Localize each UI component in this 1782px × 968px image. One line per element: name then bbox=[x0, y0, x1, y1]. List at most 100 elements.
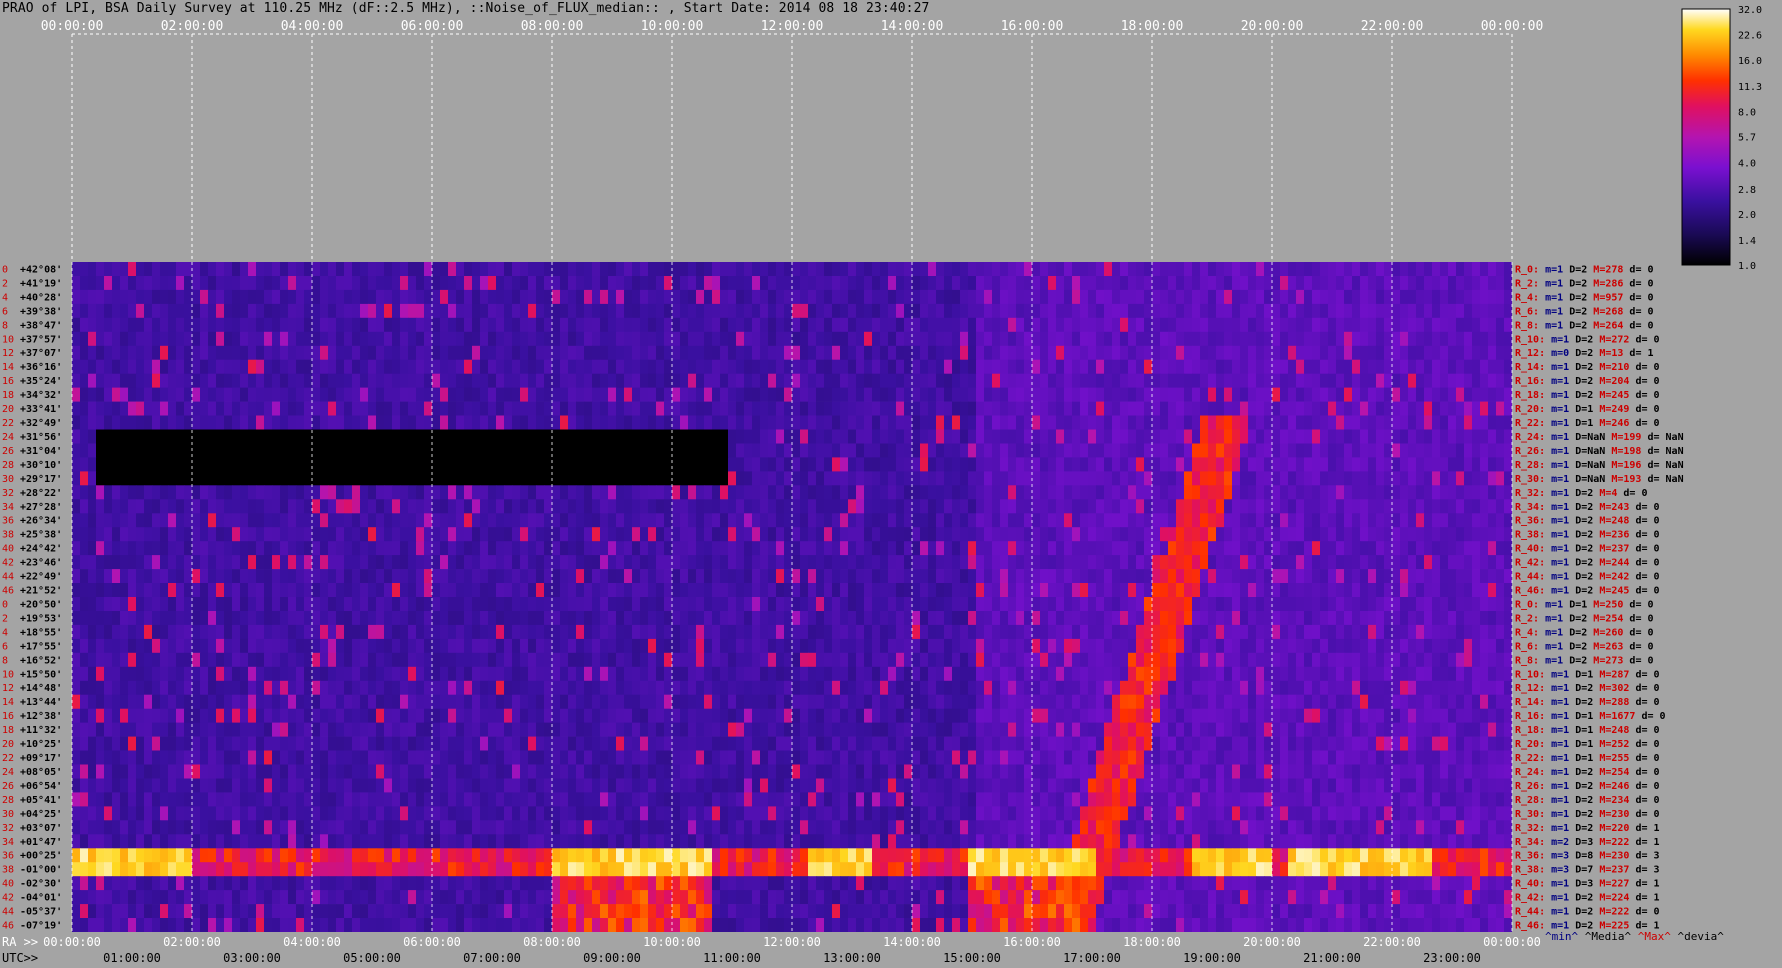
heatmap-cell bbox=[1088, 415, 1097, 430]
heatmap-cell bbox=[656, 262, 665, 277]
heatmap-cell bbox=[520, 262, 529, 277]
heatmap-cell bbox=[1008, 373, 1017, 388]
heatmap-cell bbox=[1376, 276, 1385, 291]
heatmap-cell bbox=[1160, 457, 1169, 472]
heatmap-cell bbox=[1504, 611, 1512, 626]
heatmap-cell bbox=[640, 583, 649, 598]
heatmap-cell bbox=[1280, 443, 1289, 458]
heatmap-cell bbox=[1144, 555, 1153, 570]
heatmap-cell bbox=[1016, 624, 1025, 640]
heatmap-cell bbox=[1128, 583, 1137, 598]
heatmap-cell bbox=[392, 569, 401, 584]
heatmap-cell bbox=[576, 555, 585, 570]
heatmap-cell bbox=[936, 638, 945, 654]
heatmap-cell bbox=[128, 513, 137, 528]
heatmap-cell bbox=[720, 289, 729, 305]
heatmap-cell bbox=[296, 443, 305, 458]
heatmap-cell bbox=[264, 471, 273, 486]
heatmap-cell bbox=[1000, 317, 1009, 333]
heatmap-cell bbox=[192, 401, 201, 416]
heatmap-cell bbox=[984, 597, 993, 612]
heatmap-cell bbox=[1080, 457, 1089, 472]
heatmap-cell bbox=[944, 303, 953, 319]
heatmap-cell bbox=[552, 583, 561, 598]
heatmap-cell bbox=[224, 624, 233, 640]
heatmap-cell bbox=[1376, 569, 1385, 584]
heatmap-cell bbox=[1440, 317, 1449, 333]
heatmap-cell bbox=[536, 387, 545, 402]
heatmap-cell bbox=[816, 583, 825, 598]
heatmap-cell bbox=[688, 387, 697, 402]
heatmap-cell bbox=[736, 443, 745, 458]
heatmap-cell bbox=[528, 359, 537, 374]
heatmap-cell bbox=[1224, 471, 1233, 486]
heatmap-cell bbox=[744, 569, 753, 584]
heatmap-cell bbox=[1320, 499, 1329, 514]
heatmap-cell bbox=[1216, 443, 1225, 458]
heatmap-cell bbox=[1488, 583, 1497, 598]
heatmap-cell bbox=[1088, 513, 1097, 528]
heatmap-cell bbox=[792, 499, 801, 514]
heatmap-cell bbox=[1400, 303, 1409, 319]
heatmap-cell bbox=[656, 597, 665, 612]
heatmap-cell bbox=[1144, 569, 1153, 584]
heatmap-cell bbox=[192, 415, 201, 430]
heatmap-cell bbox=[376, 513, 385, 528]
heatmap-cell bbox=[1128, 443, 1137, 458]
heatmap-cell bbox=[496, 569, 505, 584]
heatmap-cell bbox=[320, 638, 329, 654]
heatmap-cell bbox=[208, 583, 217, 598]
heatmap-cell bbox=[1288, 624, 1297, 640]
heatmap-cell bbox=[1096, 276, 1105, 291]
heatmap-cell bbox=[512, 401, 521, 416]
heatmap-cell bbox=[120, 499, 129, 514]
heatmap-cell bbox=[872, 555, 881, 570]
heatmap-cell bbox=[1136, 289, 1145, 305]
heatmap-cell bbox=[688, 415, 697, 430]
heatmap-cell bbox=[848, 373, 857, 388]
heatmap-cell bbox=[1048, 345, 1057, 361]
heatmap-cell bbox=[1496, 331, 1505, 347]
heatmap-cell bbox=[496, 276, 505, 291]
heatmap-cell bbox=[872, 597, 881, 612]
heatmap-cell bbox=[1352, 443, 1361, 458]
heatmap-cell bbox=[632, 262, 641, 277]
heatmap-cell bbox=[760, 597, 769, 612]
heatmap-cell bbox=[768, 415, 777, 430]
heatmap-cell bbox=[576, 289, 585, 305]
heatmap-cell bbox=[320, 457, 329, 472]
heatmap-cell bbox=[1352, 624, 1361, 640]
heatmap-cell bbox=[88, 527, 97, 542]
heatmap-cell bbox=[1256, 415, 1265, 430]
heatmap-cell bbox=[1224, 527, 1233, 542]
heatmap-cell bbox=[1472, 429, 1481, 444]
heatmap-cell bbox=[864, 471, 873, 486]
heatmap-cell bbox=[640, 611, 649, 626]
heatmap-cell bbox=[1480, 555, 1489, 570]
heatmap-cell bbox=[656, 499, 665, 514]
heatmap-cell bbox=[1392, 471, 1401, 486]
heatmap-cell bbox=[912, 276, 921, 291]
heatmap-cell bbox=[480, 485, 489, 500]
heatmap-cell bbox=[696, 401, 705, 416]
heatmap-cell bbox=[312, 555, 321, 570]
heatmap-cell bbox=[872, 303, 881, 319]
heatmap-cell bbox=[1424, 303, 1433, 319]
heatmap-cell bbox=[1136, 499, 1145, 514]
heatmap-cell bbox=[1376, 513, 1385, 528]
heatmap-cell bbox=[800, 262, 809, 277]
heatmap-cell bbox=[1328, 317, 1337, 333]
heatmap-cell bbox=[552, 513, 561, 528]
heatmap-cell bbox=[344, 541, 353, 556]
heatmap-cell bbox=[384, 373, 393, 388]
heatmap-cell bbox=[1496, 513, 1505, 528]
heatmap-cell bbox=[1352, 345, 1361, 361]
heatmap-cell bbox=[1272, 527, 1281, 542]
heatmap-cell bbox=[752, 513, 761, 528]
heatmap-cell bbox=[1432, 555, 1441, 570]
heatmap-cell bbox=[1296, 359, 1305, 374]
heatmap-cell bbox=[248, 387, 257, 402]
heatmap-cell bbox=[904, 499, 913, 514]
heatmap-cell bbox=[1152, 583, 1161, 598]
heatmap-cell bbox=[656, 387, 665, 402]
